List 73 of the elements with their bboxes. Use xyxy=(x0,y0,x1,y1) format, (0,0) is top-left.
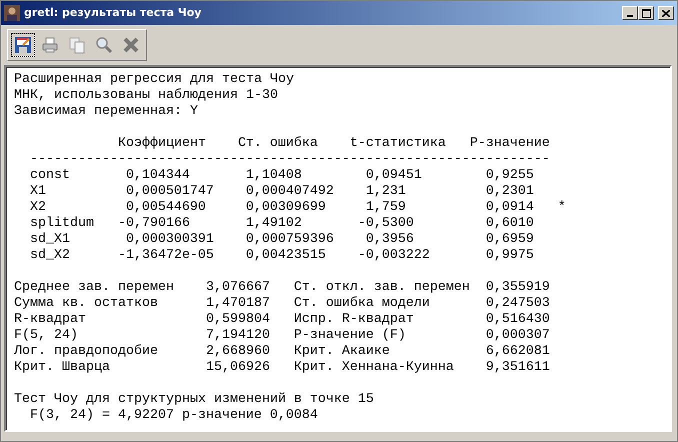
stat-label: Ст. ошибка модели xyxy=(294,296,430,312)
table-cell: 0,000759396 xyxy=(246,232,334,248)
table-cell: 0,6010 xyxy=(486,216,534,232)
stat-value: 9,351611 xyxy=(486,360,550,376)
table-cell: 0,9975 xyxy=(486,248,534,264)
table-cell: 0,000300391 xyxy=(126,232,214,248)
table-cell: -1,36472e-05 xyxy=(118,248,214,264)
column-header: Ст. ошибка xyxy=(238,136,318,152)
table-cell: 0,3956 xyxy=(366,232,414,248)
test-title: Тест Чоу для структурных изменений в точке 15 xyxy=(14,392,374,408)
stat-label: Крит. Акаике xyxy=(294,344,390,360)
table-cell: 0,000501747 xyxy=(126,184,214,200)
separator-line: ----------------------------------------------------------------- xyxy=(30,152,550,168)
stat-label: Лог. правдоподобие xyxy=(14,344,158,360)
stat-value: 7,194120 xyxy=(206,328,270,344)
header-text: Зависимая переменная: Y xyxy=(14,104,198,120)
table-cell: 0,00544690 xyxy=(126,200,206,216)
table-cell: 0,6959 xyxy=(486,232,534,248)
header-text: МНК, использованы наблюдения 1-30 xyxy=(14,88,278,104)
table-cell: 0,09451 xyxy=(366,168,422,184)
stat-value: 0,247503 xyxy=(486,296,550,312)
column-header: Коэффициент xyxy=(118,136,206,152)
table-cell: 0,00423515 xyxy=(246,248,326,264)
window-title: gretl: результаты теста Чоу xyxy=(24,4,202,21)
app-icon xyxy=(4,5,20,21)
stat-label: Испр. R-квадрат xyxy=(294,312,414,328)
save-button[interactable] xyxy=(11,33,35,57)
maximize-button[interactable] xyxy=(638,6,654,20)
stat-label: Сумма кв. остатков xyxy=(14,296,158,312)
table-cell: 0,00309699 xyxy=(246,200,326,216)
stat-label: Среднее зав. перемен xyxy=(14,280,174,296)
close-icon xyxy=(662,10,670,16)
variable-name: X2 xyxy=(30,200,46,216)
stat-label: P-значение (F) xyxy=(294,328,406,344)
variable-name: sd_X1 xyxy=(30,232,70,248)
variable-name: sd_X2 xyxy=(30,248,70,264)
stat-value: 0,516430 xyxy=(486,312,550,328)
table-cell: 0,104344 xyxy=(126,168,190,184)
table-cell: 0,9255 xyxy=(486,168,534,184)
stat-value: 15,06926 xyxy=(206,360,270,376)
test-result: F(3, 24) = 4,92207 p-значение 0,0084 xyxy=(30,408,318,424)
stat-label: Крит. Хеннана-Куинна xyxy=(294,360,454,376)
table-cell: 0,000407492 xyxy=(246,184,334,200)
close-button[interactable] xyxy=(658,6,674,20)
table-cell: 1,759 xyxy=(366,200,406,216)
table-cell: 1,231 xyxy=(366,184,406,200)
stat-value: 0,000307 xyxy=(486,328,550,344)
significance-mark: * xyxy=(558,200,566,216)
stat-value: 6,662081 xyxy=(486,344,550,360)
table-cell: -0,5300 xyxy=(358,216,414,232)
column-header: P-значение xyxy=(470,136,550,152)
table-cell: 1,10408 xyxy=(246,168,302,184)
stat-value: 3,076667 xyxy=(206,280,270,296)
stat-value: 1,470187 xyxy=(206,296,270,312)
variable-name: splitdum xyxy=(30,216,94,232)
table-cell: 1,49102 xyxy=(246,216,302,232)
stat-value: 0,355919 xyxy=(486,280,550,296)
stat-label: Крит. Шварца xyxy=(14,360,110,376)
variable-name: X1 xyxy=(30,184,46,200)
column-header: t-статистика xyxy=(350,136,446,152)
stat-label: Ст. откл. зав. перемен xyxy=(294,280,470,296)
table-cell: 0,2301 xyxy=(486,184,534,200)
table-cell: 0,0914 xyxy=(486,200,534,216)
stat-label: F(5, 24) xyxy=(14,328,78,344)
stat-value: 0,599804 xyxy=(206,312,270,328)
table-cell: -0,003222 xyxy=(358,248,430,264)
stat-label: R-квадрат xyxy=(14,312,86,328)
maximize-icon xyxy=(642,8,650,18)
table-cell: -0,790166 xyxy=(118,216,190,232)
minimize-button[interactable] xyxy=(622,6,638,20)
stat-value: 2,668960 xyxy=(206,344,270,360)
header-text: Расширенная регрессия для теста Чоу xyxy=(14,72,294,88)
variable-name: const xyxy=(30,168,70,184)
